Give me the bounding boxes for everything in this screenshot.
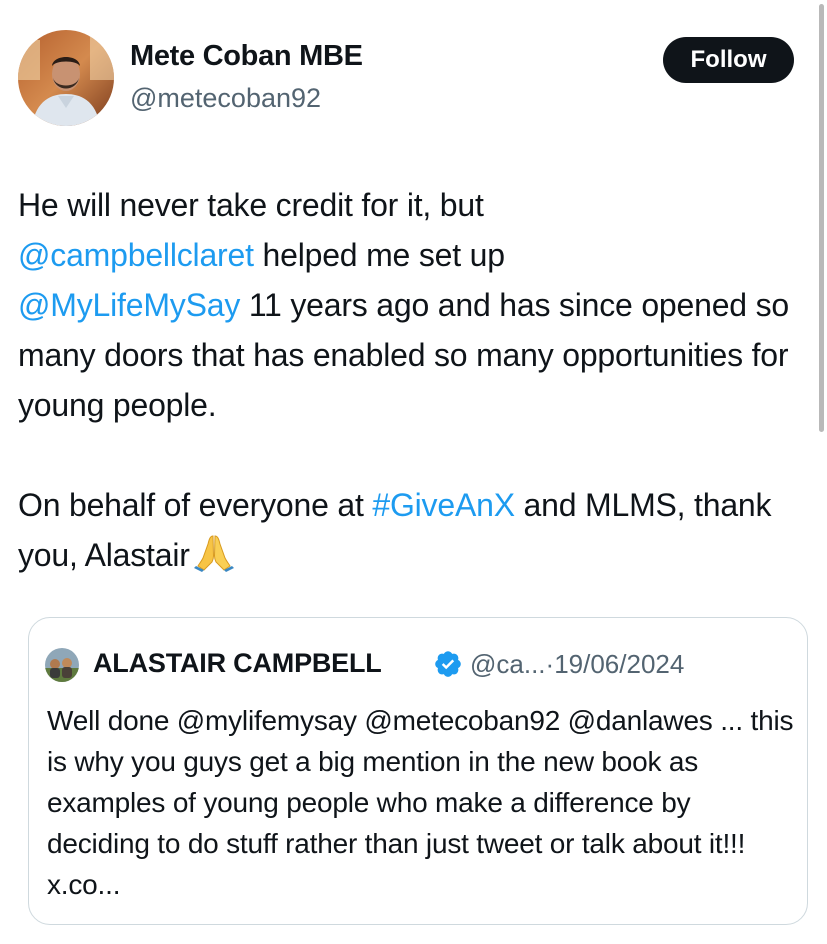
verified-badge-icon (433, 649, 463, 684)
tweet-text-segment: He will never take credit for it, but (18, 187, 484, 223)
mention-link-campbellclaret[interactable]: @campbellclaret (18, 237, 254, 273)
tweet-page: Mete Coban MBE @metecoban92 Follow He wi… (0, 0, 827, 944)
scrollbar[interactable] (819, 4, 824, 432)
author-handle[interactable]: @metecoban92 (130, 83, 321, 114)
quote-author-handle[interactable]: @ca... (470, 649, 546, 679)
quote-author-name[interactable]: ALASTAIR CAMPBELL (93, 648, 382, 679)
quote-text: Well done @mylifemysay @metecoban92 @dan… (47, 705, 794, 900)
quoted-tweet-card[interactable]: ALASTAIR CAMPBELL @ca...·19/06/2024 Well… (28, 617, 808, 925)
tweet-text: He will never take credit for it, but @ca… (18, 180, 818, 586)
tweet-paragraph-2: On behalf of everyone at #GiveAnX and ML… (18, 480, 818, 586)
hashtag-link-giveanx[interactable]: #GiveAnX (372, 487, 515, 523)
quote-meta: @ca...·19/06/2024 (470, 649, 684, 680)
tweet-paragraph-1: He will never take credit for it, but @ca… (18, 180, 818, 430)
profile-avatar[interactable] (18, 30, 114, 126)
author-name[interactable]: Mete Coban MBE (130, 40, 363, 73)
mention-link-mylifemysay[interactable]: @MyLifeMySay (18, 287, 240, 323)
tweet-text-segment: On behalf of everyone at (18, 487, 373, 523)
tweet-text-segment: helped me set up (253, 237, 506, 273)
quote-date[interactable]: 19/06/2024 (554, 649, 684, 679)
follow-button[interactable]: Follow (663, 37, 794, 83)
folded-hands-emoji-icon (193, 532, 234, 586)
quote-profile-avatar[interactable] (45, 648, 79, 682)
meta-separator: · (545, 649, 555, 679)
